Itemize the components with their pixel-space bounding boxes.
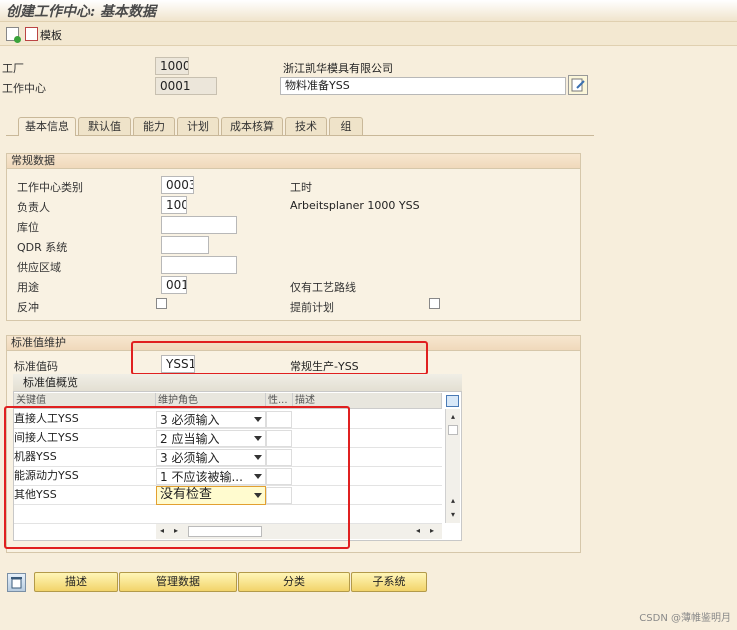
supply-area-label: 供应区域 (17, 261, 61, 274)
workcenter-description-field[interactable]: 物料准备YSS (280, 77, 566, 95)
tab-costing[interactable]: 成本核算 (221, 117, 283, 135)
watermark: CSDN @薄帷鉴明月 (639, 613, 731, 624)
table-settings-icon[interactable] (446, 395, 459, 407)
wc-category-field[interactable]: 0003 (161, 176, 194, 194)
window-title: 创建工作中心: 基本数据 (6, 4, 157, 20)
qdr-field[interactable] (161, 236, 209, 254)
scroll-up-icon[interactable]: ▴ (446, 495, 460, 507)
workcenter-field[interactable]: 0001 (155, 77, 217, 95)
scroll-up-icon[interactable]: ▴ (446, 411, 460, 423)
scroll-thumb[interactable] (448, 425, 458, 435)
responsible-label: 负责人 (17, 201, 50, 214)
tab-basic-info[interactable]: 基本信息 (18, 117, 76, 136)
storage-label: 库位 (17, 221, 39, 234)
template-button[interactable]: 模板 (40, 27, 62, 43)
admin-data-button[interactable]: 管理数据 (119, 572, 237, 592)
storage-field[interactable] (161, 216, 237, 234)
standard-key-label: 标准值码 (14, 360, 58, 373)
responsible-description: Arbeitsplaner 1000 YSS (290, 199, 420, 212)
backflush-label: 反冲 (17, 301, 39, 314)
scroll-left-icon[interactable]: ◂ (416, 525, 420, 537)
qdr-label: QDR 系统 (17, 241, 68, 254)
template-icon[interactable] (25, 27, 38, 41)
scroll-right-icon[interactable]: ▸ (430, 525, 434, 537)
tab-defaults[interactable]: 默认值 (78, 117, 131, 135)
plant-field[interactable]: 1000 (155, 57, 189, 75)
supply-area-field[interactable] (161, 256, 237, 274)
scroll-down-icon[interactable]: ▾ (446, 509, 460, 521)
edit-long-text-icon[interactable] (568, 75, 588, 95)
tab-capacity[interactable]: 能力 (133, 117, 175, 135)
create-icon[interactable] (6, 27, 21, 43)
backflush-checkbox[interactable] (156, 298, 167, 309)
advance-plan-label: 提前计划 (290, 301, 334, 314)
standard-values-overview-title: 标准值概览 (13, 374, 462, 392)
highlight-box-table (4, 406, 350, 549)
plant-description: 浙江凯华模具有限公司 (283, 62, 393, 75)
responsible-field[interactable]: 100 (161, 196, 187, 214)
subsystem-button[interactable]: 子系统 (351, 572, 427, 592)
advance-plan-checkbox[interactable] (429, 298, 440, 309)
vertical-scrollbar[interactable]: ▴ ▴ ▾ (445, 409, 460, 523)
usage-field[interactable]: 001 (161, 276, 187, 294)
highlight-box-standard-key (131, 341, 428, 375)
describe-button[interactable]: 描述 (34, 572, 118, 592)
title-bar: 创建工作中心: 基本数据 (0, 0, 737, 22)
general-data-header: 常规数据 (7, 154, 580, 169)
usage-label: 用途 (17, 281, 39, 294)
tab-group[interactable]: 组 (329, 117, 363, 135)
toolbar: 模板 (0, 22, 737, 46)
tab-scheduling[interactable]: 计划 (177, 117, 219, 135)
plant-label: 工厂 (2, 62, 24, 75)
wc-category-label: 工作中心类别 (17, 181, 83, 194)
trash-icon[interactable] (7, 573, 26, 592)
work-time-label: 工时 (290, 181, 312, 194)
classify-button[interactable]: 分类 (238, 572, 350, 592)
usage-description: 仅有工艺路线 (290, 281, 356, 294)
tab-technical[interactable]: 技术 (285, 117, 327, 135)
workcenter-label: 工作中心 (2, 82, 46, 95)
